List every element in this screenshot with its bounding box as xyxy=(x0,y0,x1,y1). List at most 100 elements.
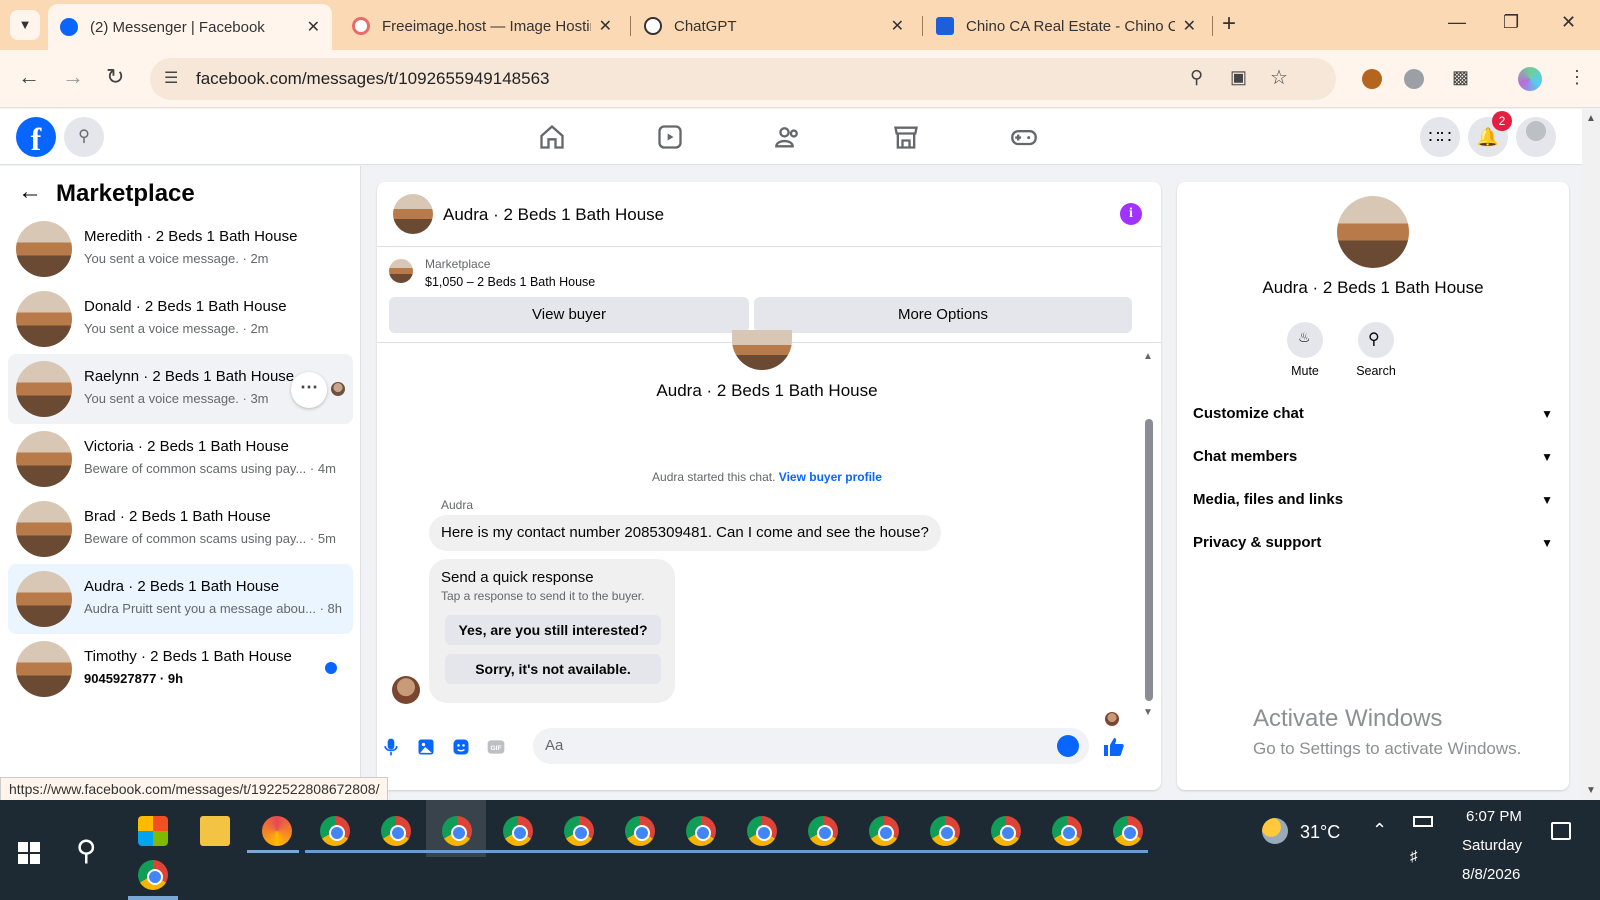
list-item[interactable]: Brad · 2 Beds 1 Bath House Beware of com… xyxy=(8,494,353,564)
show-hidden-icons-icon[interactable]: ⌃ xyxy=(1372,820,1387,841)
back-arrow-icon[interactable]: ← xyxy=(18,64,40,90)
temperature[interactable]: 31°C xyxy=(1300,822,1340,843)
zoom-icon[interactable]: ⚲ xyxy=(1190,67,1203,88)
windows-start-icon[interactable] xyxy=(18,842,40,864)
chat-members-section[interactable]: Chat members ▼ xyxy=(1193,437,1553,477)
chrome-taskbar-icon[interactable] xyxy=(869,816,899,846)
chrome-taskbar-icon[interactable] xyxy=(138,860,168,890)
photo-icon[interactable] xyxy=(416,737,436,757)
privacy-support-section[interactable]: Privacy & support ▼ xyxy=(1193,523,1553,563)
profile-icon[interactable] xyxy=(1518,67,1542,91)
gif-icon[interactable]: GIF xyxy=(486,737,506,757)
cookie-extension-icon[interactable] xyxy=(1362,69,1382,89)
volume-icon[interactable]: ♯ xyxy=(1410,848,1418,865)
mute-button[interactable]: ♨ Mute xyxy=(1275,322,1335,378)
chrome-taskbar-icon[interactable] xyxy=(930,816,960,846)
tab-chino-real-estate[interactable]: Chino CA Real Estate - Chino CA ✕ xyxy=(924,6,1208,46)
close-tab-icon[interactable]: ✕ xyxy=(891,16,904,36)
page-scrollbar[interactable]: ▲ ▼ xyxy=(1582,109,1600,800)
scroll-down-icon[interactable]: ▼ xyxy=(1143,707,1153,718)
groups-icon[interactable] xyxy=(774,123,802,151)
scrollbar-thumb[interactable] xyxy=(1145,419,1153,701)
list-item[interactable]: Donald · 2 Beds 1 Bath House You sent a … xyxy=(8,284,353,354)
tab-search-button[interactable]: ▼ xyxy=(10,10,40,40)
install-app-icon[interactable]: ▣ xyxy=(1230,67,1247,88)
chrome-taskbar-icon[interactable] xyxy=(686,816,716,846)
quick-response-sorry-button[interactable]: Sorry, it's not available. xyxy=(445,654,661,684)
list-item[interactable]: Meredith · 2 Beds 1 Bath House You sent … xyxy=(8,214,353,284)
marketplace-icon[interactable] xyxy=(892,123,920,151)
tab-freeimage[interactable]: Freeimage.host — Image Hostin ✕ xyxy=(340,6,624,46)
scroll-up-icon[interactable]: ▲ xyxy=(1143,351,1153,362)
taskbar-search-icon[interactable]: ⚲ xyxy=(76,834,97,867)
chrome-taskbar-icon[interactable] xyxy=(503,816,533,846)
chrome-taskbar-icon[interactable] xyxy=(808,816,838,846)
chrome-taskbar-icon[interactable] xyxy=(1113,816,1143,846)
facebook-logo-icon[interactable]: f xyxy=(16,117,56,157)
chrome-taskbar-icon[interactable] xyxy=(381,816,411,846)
chrome-taskbar-icon[interactable] xyxy=(991,816,1021,846)
account-avatar[interactable] xyxy=(1516,117,1556,157)
more-options-button[interactable]: More Options xyxy=(754,297,1132,333)
file-explorer-icon[interactable] xyxy=(200,816,230,846)
media-files-links-section[interactable]: Media, files and links ▼ xyxy=(1193,480,1553,520)
restore-window-icon[interactable]: ❐ xyxy=(1503,12,1519,33)
snipping-tool-icon[interactable] xyxy=(262,816,292,846)
scroll-up-icon[interactable]: ▲ xyxy=(1586,113,1596,124)
list-item[interactable]: Victoria · 2 Beds 1 Bath House Beware of… xyxy=(8,424,353,494)
reload-icon[interactable]: ↻ xyxy=(106,64,124,90)
menu-grid-button[interactable]: ∷∷ xyxy=(1420,117,1460,157)
back-arrow-icon[interactable]: ← xyxy=(18,178,42,206)
quick-response-yes-button[interactable]: Yes, are you still interested? xyxy=(445,615,661,645)
list-item[interactable]: Audra · 2 Beds 1 Bath House Audra Pruitt… xyxy=(8,564,353,634)
close-tab-icon[interactable]: ✕ xyxy=(1183,16,1196,36)
notifications-button[interactable]: 🔔 2 xyxy=(1468,111,1512,157)
forward-arrow-icon[interactable]: → xyxy=(62,64,84,90)
battery-icon[interactable] xyxy=(1413,816,1433,827)
clock-day[interactable]: Saturday xyxy=(1462,837,1522,854)
info-avatar[interactable] xyxy=(1337,196,1409,268)
chat-avatar[interactable] xyxy=(393,194,433,234)
clock-time[interactable]: 6:07 PM xyxy=(1466,808,1522,825)
extensions-puzzle-icon[interactable]: ▩ xyxy=(1452,67,1469,88)
minimize-window-icon[interactable]: — xyxy=(1448,12,1466,33)
chrome-taskbar-icon[interactable] xyxy=(625,816,655,846)
sender-avatar[interactable] xyxy=(392,676,420,704)
microphone-icon[interactable] xyxy=(381,737,401,757)
home-icon[interactable] xyxy=(538,123,566,151)
chrome-taskbar-icon[interactable] xyxy=(320,816,350,846)
gaming-icon[interactable] xyxy=(1010,123,1038,151)
list-item[interactable]: Raelynn · 2 Beds 1 Bath House You sent a… xyxy=(8,354,353,424)
info-icon[interactable]: i xyxy=(1120,203,1142,225)
weather-icon[interactable] xyxy=(1262,818,1288,844)
chrome-taskbar-icon[interactable] xyxy=(564,816,594,846)
chrome-taskbar-icon[interactable] xyxy=(442,816,472,846)
view-buyer-profile-link[interactable]: View buyer profile xyxy=(779,470,882,484)
close-tab-icon[interactable]: ✕ xyxy=(307,17,320,37)
emoji-icon[interactable] xyxy=(1057,735,1079,757)
chat-title[interactable]: Audra · 2 Beds 1 Bath House xyxy=(443,205,664,225)
chat-scrollbar[interactable]: ▲ ▼ xyxy=(1141,349,1157,723)
store-app-icon[interactable] xyxy=(138,816,168,846)
new-tab-button[interactable]: + xyxy=(1222,10,1236,38)
bookmark-star-icon[interactable]: ☆ xyxy=(1270,65,1288,90)
list-item[interactable]: Timothy · 2 Beds 1 Bath House 9045927877… xyxy=(8,634,353,704)
search-button[interactable]: ⚲ Search xyxy=(1346,322,1406,378)
chrome-taskbar-icon[interactable] xyxy=(747,816,777,846)
notification-center-icon[interactable] xyxy=(1551,822,1571,840)
clock-date[interactable]: 8/8/2026 xyxy=(1462,866,1520,883)
tab-messenger[interactable]: (2) Messenger | Facebook ✕ xyxy=(48,4,332,50)
facebook-search-button[interactable]: ⚲ xyxy=(64,117,104,157)
thumbs-up-icon[interactable] xyxy=(1102,735,1126,759)
video-icon[interactable] xyxy=(656,123,684,151)
more-options-icon[interactable]: ⋯ xyxy=(291,372,327,408)
message-input[interactable]: Aa xyxy=(533,728,1089,764)
chrome-taskbar-icon[interactable] xyxy=(1052,816,1082,846)
customize-chat-section[interactable]: Customize chat ▼ xyxy=(1193,394,1553,434)
tab-chatgpt[interactable]: ChatGPT ✕ xyxy=(632,6,916,46)
browser-menu-icon[interactable]: ⋮ xyxy=(1568,67,1586,88)
close-tab-icon[interactable]: ✕ xyxy=(599,16,612,36)
globe-extension-icon[interactable] xyxy=(1404,69,1424,89)
view-buyer-button[interactable]: View buyer xyxy=(389,297,749,333)
address-url[interactable]: facebook.com/messages/t/1092655949148563 xyxy=(196,69,549,89)
